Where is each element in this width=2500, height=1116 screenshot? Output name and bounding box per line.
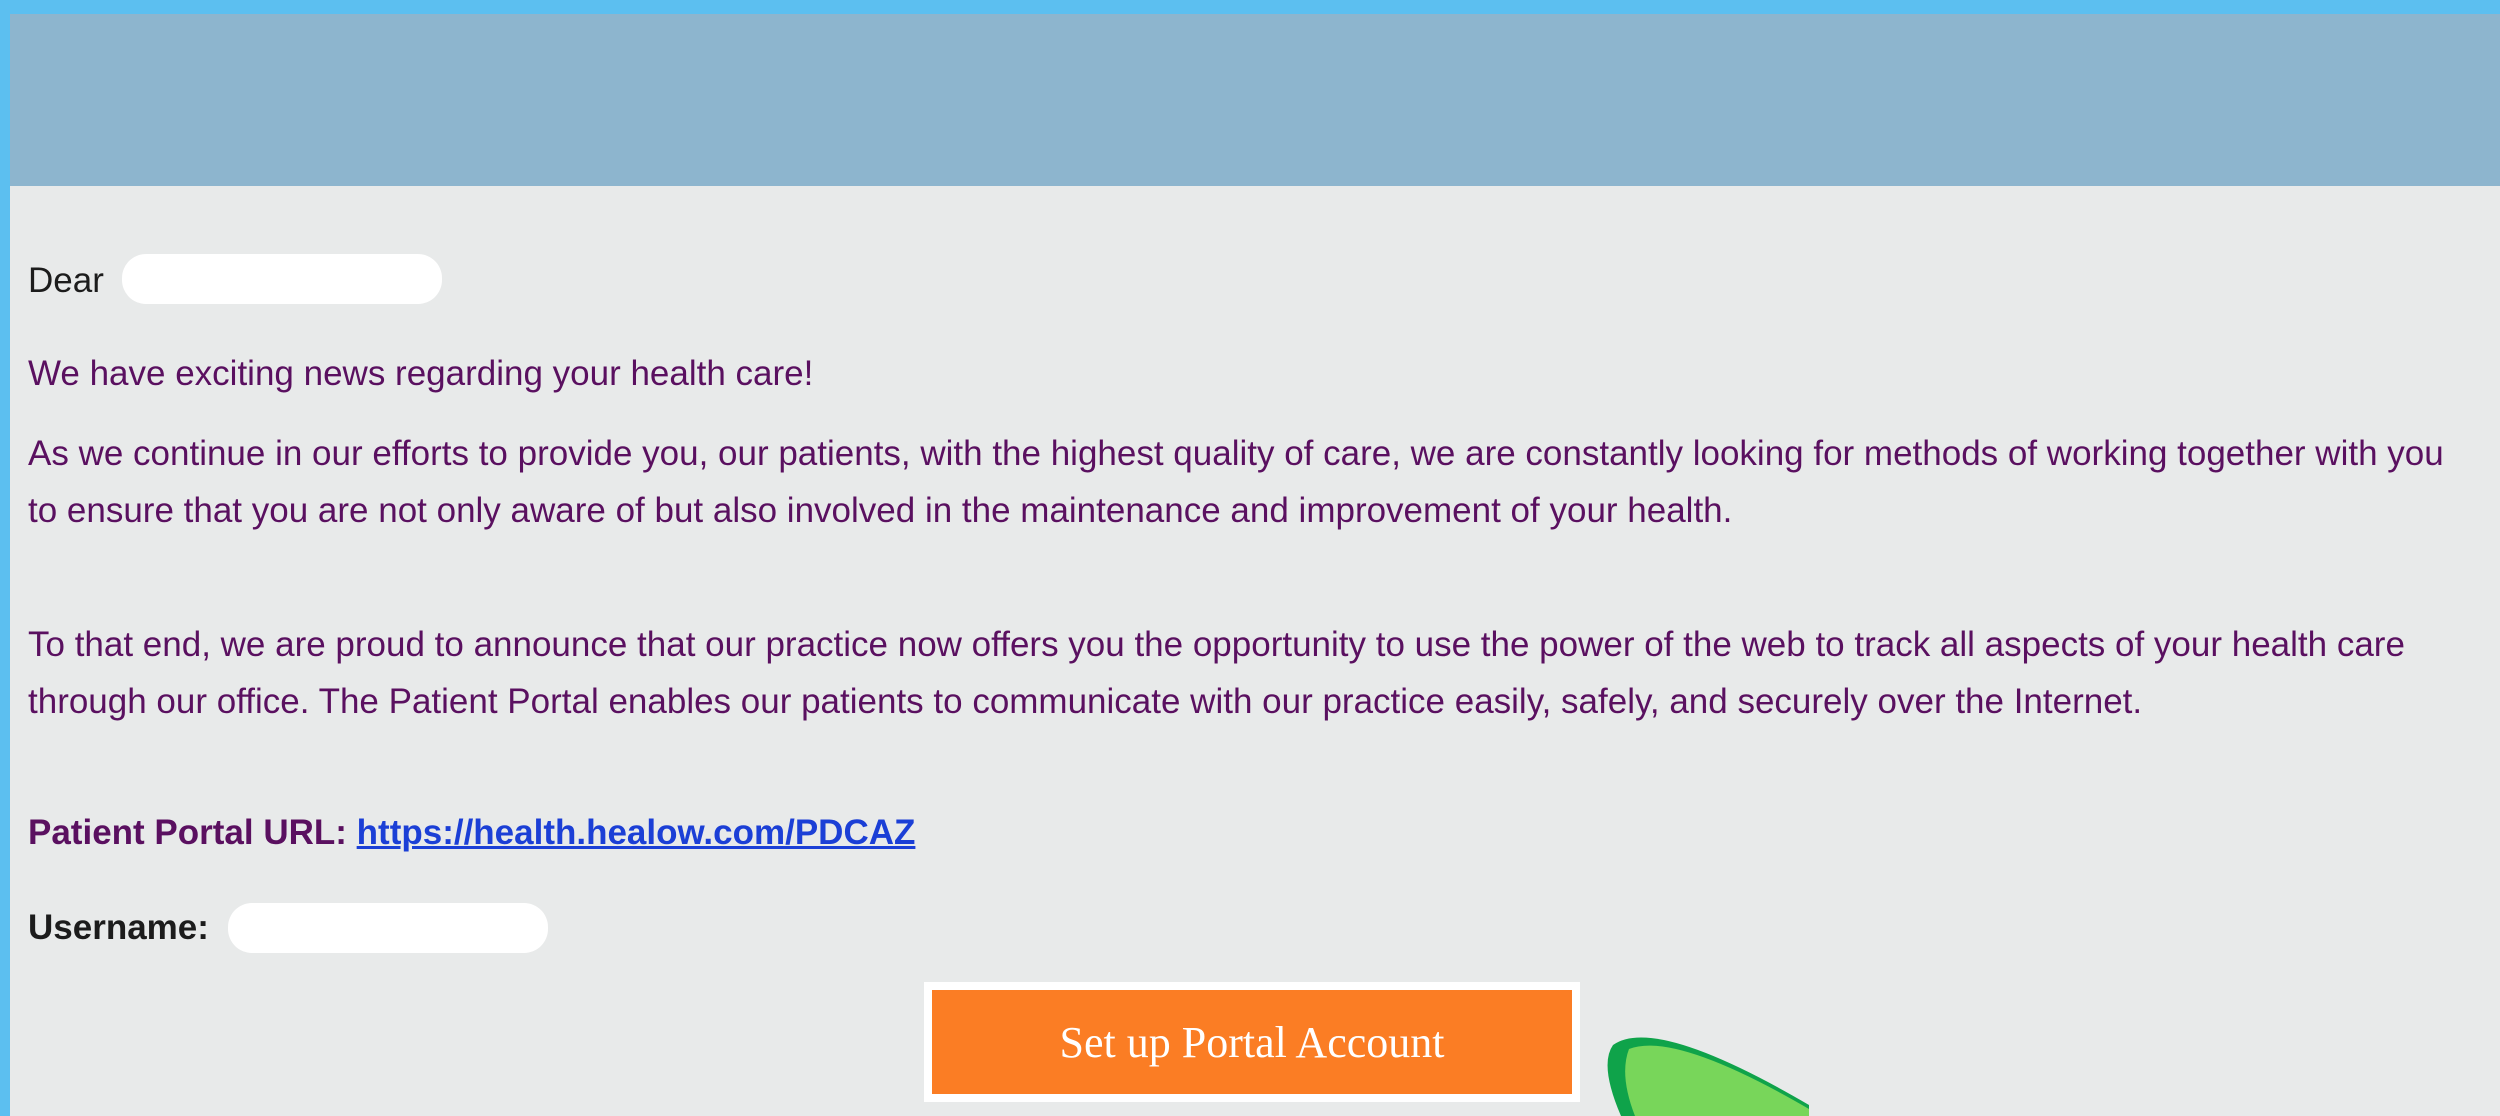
portal-url-label: Patient Portal URL: <box>28 813 347 852</box>
email-body: Dear We have exciting news regarding you… <box>10 186 2500 1116</box>
intro-text: We have exciting news regarding your hea… <box>28 354 814 393</box>
greeting-line: Dear <box>28 261 104 301</box>
email-header-banner <box>10 14 2500 186</box>
greeting-label: Dear <box>28 261 104 300</box>
paragraph-care-efforts: As we continue in our efforts to provide… <box>28 434 2444 530</box>
redacted-username <box>228 903 548 953</box>
paragraph-portal-announcement: To that end, we are proud to announce th… <box>28 625 2405 721</box>
arrow-cursor-icon <box>1595 1025 1835 1116</box>
portal-url-link[interactable]: https://health.healow.com/PDCAZ <box>357 813 916 852</box>
email-frame: Dear We have exciting news regarding you… <box>10 14 2500 1116</box>
username-label: Username: <box>28 908 209 947</box>
cta-button-frame: Set up Portal Account <box>924 982 1580 1102</box>
redacted-recipient-name <box>122 254 442 304</box>
portal-url-line: Patient Portal URL: https://health.healo… <box>28 813 915 853</box>
username-line: Username: <box>28 908 209 948</box>
set-up-portal-account-button[interactable]: Set up Portal Account <box>932 990 1572 1094</box>
